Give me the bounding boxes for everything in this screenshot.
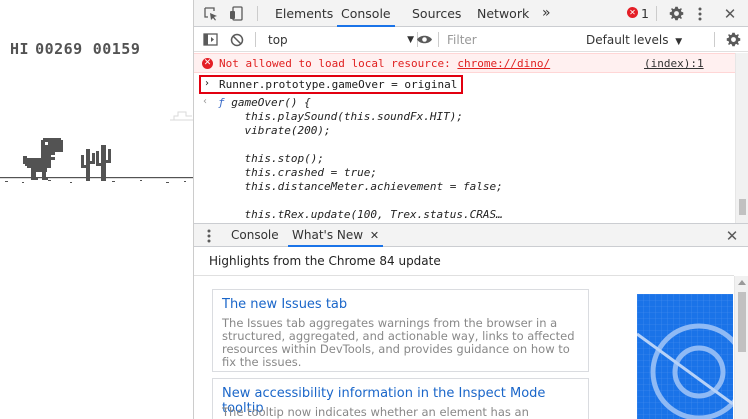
error-count[interactable]: 1 [641, 0, 649, 27]
close-devtools-icon[interactable]: ✕ [721, 5, 739, 23]
error-source-link[interactable]: (index):1 [644, 57, 704, 70]
log-levels-label: Default levels [586, 33, 669, 47]
live-expression-eye-icon[interactable] [413, 31, 435, 48]
console-input-row[interactable]: › Runner.prototype.gameOver = original [199, 75, 463, 94]
drawer-tab-whats-new[interactable]: What's New ✕ [288, 224, 384, 247]
console-error-message[interactable]: ✕ Not allowed to load local resource: ch… [194, 53, 748, 73]
drawer-divider [194, 275, 734, 276]
kebab-menu-icon[interactable] [693, 5, 707, 22]
console-filter-input[interactable] [447, 31, 577, 49]
console-toolbar: top ▼ Default levels ▼ [194, 27, 748, 52]
toolbar-divider [257, 6, 258, 21]
scroll-up-arrow-icon[interactable] [738, 280, 746, 285]
error-text: Not allowed to load local resource: [219, 57, 458, 70]
code-line: this.distanceMeter.achievement = false; [218, 180, 503, 193]
toolbar-divider [255, 32, 256, 47]
drawer-tab-console[interactable]: Console [231, 224, 279, 247]
log-levels-arrow: ▼ [675, 37, 683, 47]
error-icon: ✕ [202, 58, 213, 69]
input-code: Runner.prototype.gameOver = original [219, 78, 458, 91]
input-prompt-chevron-icon: › [205, 78, 209, 89]
score-display: HI 00269 00159 [10, 40, 140, 58]
error-count-icon[interactable]: ✕ [627, 7, 638, 18]
drawer-scrollbar-thumb[interactable] [738, 292, 746, 352]
drawer-kebab-menu-icon[interactable] [202, 227, 216, 244]
code-line: this.tRex.update(100, Trex.status.CRAS… [218, 208, 503, 221]
error-url-link[interactable]: chrome://dino/ [457, 57, 550, 70]
feature-card[interactable]: The new Issues tab The Issues tab aggreg… [212, 289, 589, 372]
drawer-scrollbar[interactable] [734, 276, 748, 419]
context-value: top [268, 33, 288, 47]
settings-gear-icon[interactable] [667, 5, 685, 22]
more-tabs-button[interactable]: » [542, 0, 551, 27]
drawer-tab-bar: Console What's New ✕ ✕ [194, 223, 748, 247]
device-toolbar-icon[interactable] [227, 5, 245, 22]
console-scrollbar-thumb[interactable] [739, 199, 746, 215]
tab-network[interactable]: Network [477, 0, 529, 27]
code-line: this.stop(); [218, 152, 324, 165]
code-line: ƒ gameOver() { [218, 96, 311, 109]
code-line: this.crashed = true; [218, 166, 377, 179]
card-description: The tooltip now indicates whether an ele… [222, 405, 529, 419]
hi-score: 00269 [35, 40, 83, 58]
highlights-title: Highlights from the Chrome 84 update [209, 254, 441, 268]
code-line: vibrate(200); [218, 124, 331, 137]
cloud-icon [170, 111, 193, 121]
toolbar-divider [438, 32, 439, 47]
devtools-panel: Elements Console Sources Network » ✕ 1 ✕… [193, 0, 748, 419]
console-scrollbar[interactable] [735, 53, 748, 223]
card-description: The Issues tab aggregates warnings from … [222, 316, 575, 369]
code-line: this.playSound(this.soundFx.HIT); [218, 110, 464, 123]
dino-game-page[interactable]: HI 00269 00159 [0, 0, 193, 419]
tab-elements[interactable]: Elements [275, 0, 333, 27]
function-keyword: ƒ [218, 96, 225, 109]
current-score: 00159 [92, 40, 141, 58]
ground-line [0, 177, 193, 183]
context-select[interactable]: top ▼ [266, 31, 416, 49]
card-title-link[interactable]: The new Issues tab [222, 297, 347, 312]
show-sidebar-icon[interactable] [201, 31, 219, 48]
hi-label: HI [10, 40, 30, 58]
toolbar-divider [714, 32, 715, 47]
toolbar-divider [656, 6, 657, 21]
close-tab-icon[interactable]: ✕ [370, 229, 379, 242]
chrome-update-preview-image[interactable] [637, 294, 733, 419]
console-messages[interactable]: ✕ Not allowed to load local resource: ch… [194, 53, 748, 223]
feature-card[interactable]: New accessibility information in the Ins… [212, 378, 589, 419]
inspect-element-icon[interactable] [202, 5, 220, 22]
console-settings-gear-icon[interactable] [724, 31, 742, 48]
tab-console[interactable]: Console [337, 0, 395, 27]
clear-console-icon[interactable] [228, 31, 246, 48]
log-levels-dropdown[interactable]: Default levels ▼ [586, 31, 682, 49]
console-output-row[interactable]: ‹ ƒ gameOver() { this.playSound(this.sou… [194, 95, 748, 221]
whats-new-panel: Highlights from the Chrome 84 update The… [194, 248, 748, 419]
output-prompt-chevron-icon: ‹ [203, 96, 207, 107]
devtools-tab-bar: Elements Console Sources Network » ✕ 1 ✕ [194, 0, 748, 27]
whats-new-label: What's New [292, 228, 364, 242]
tab-sources[interactable]: Sources [412, 0, 461, 27]
close-drawer-icon[interactable]: ✕ [723, 227, 741, 245]
